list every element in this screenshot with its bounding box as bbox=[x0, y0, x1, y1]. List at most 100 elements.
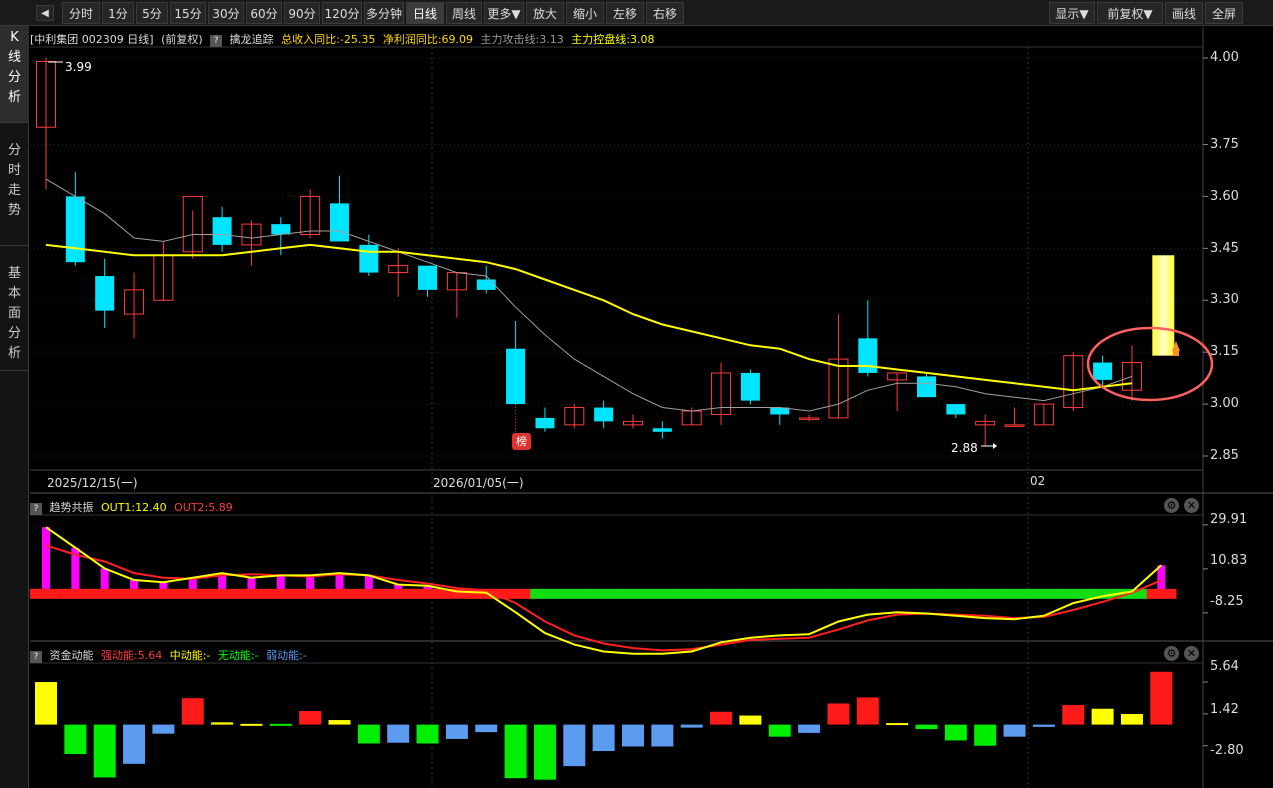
strong-value: 强动能:5.64 bbox=[101, 649, 163, 662]
candle-body-down bbox=[418, 265, 438, 290]
money-bar bbox=[1091, 708, 1114, 725]
medium-value: 中动能:- bbox=[169, 649, 211, 662]
trend-axis-label: -8.25 bbox=[1210, 594, 1244, 609]
trend-band-segment bbox=[500, 588, 531, 599]
trend-band-segment bbox=[970, 588, 1001, 599]
trend-bar bbox=[42, 527, 50, 594]
trend-band-segment bbox=[178, 588, 208, 599]
money-bar bbox=[211, 722, 234, 725]
money-bar bbox=[798, 724, 821, 733]
money-bar bbox=[93, 724, 116, 778]
price-axis-label: 3.30 bbox=[1210, 292, 1239, 307]
trend-band-segment bbox=[119, 588, 150, 599]
gear-icon[interactable]: ⚙ bbox=[1164, 498, 1179, 513]
money-bar bbox=[35, 682, 57, 725]
trend-band-segment bbox=[1029, 588, 1060, 599]
trend-band-segment bbox=[207, 588, 238, 599]
date-label: 02 bbox=[1030, 474, 1046, 488]
candle-body-down bbox=[917, 376, 936, 398]
money-axis-label: 1.42 bbox=[1210, 702, 1239, 717]
money-bar bbox=[974, 724, 997, 746]
date-label: 2025/12/15(一) bbox=[47, 476, 138, 490]
candle-body-down bbox=[65, 196, 85, 263]
trend-axis-label: 29.91 bbox=[1210, 512, 1248, 527]
money-bar bbox=[915, 724, 938, 730]
money-axis-label: -2.80 bbox=[1210, 743, 1244, 758]
price-axis-label: 3.15 bbox=[1210, 344, 1239, 359]
money-bar bbox=[827, 703, 850, 725]
candle-body-down bbox=[330, 203, 349, 242]
money-bar bbox=[856, 697, 879, 725]
money-bar bbox=[651, 724, 674, 747]
candle-body-down bbox=[535, 417, 555, 429]
rocket-icon bbox=[1173, 351, 1179, 356]
weak-value: 弱动能:- bbox=[266, 649, 307, 662]
price-axis-label: 2.85 bbox=[1210, 448, 1239, 463]
chart-canvas bbox=[30, 27, 1273, 788]
attack-line-value: 主力攻击线:3.13 bbox=[480, 33, 564, 46]
ma-yellow-line bbox=[45, 243, 1133, 392]
money-bar bbox=[739, 715, 762, 725]
money-bar bbox=[123, 724, 146, 764]
price-axis-label: 3.00 bbox=[1210, 396, 1239, 411]
indicator-icon[interactable]: ? bbox=[210, 35, 223, 47]
money-bar bbox=[357, 724, 380, 744]
money-bar bbox=[533, 724, 556, 780]
money-bar bbox=[1062, 704, 1085, 725]
trend-band-segment bbox=[90, 588, 120, 599]
money-bar bbox=[886, 723, 909, 726]
low-price-label: 2.88 bbox=[951, 441, 978, 455]
candle-body-down bbox=[476, 279, 496, 290]
out2-value: OUT2:5.89 bbox=[174, 501, 233, 514]
trend-band-segment bbox=[706, 588, 737, 599]
trend-band-segment bbox=[295, 588, 326, 599]
close-icon[interactable]: ✕ bbox=[1184, 646, 1199, 661]
trend-band-segment bbox=[735, 588, 766, 599]
money-bar bbox=[1003, 724, 1026, 737]
trend-band-segment bbox=[383, 588, 414, 599]
close-icon[interactable]: ✕ bbox=[1184, 498, 1199, 513]
trend-band-segment bbox=[882, 588, 913, 599]
candle-body-down bbox=[740, 372, 760, 401]
stock-title: [中利集团 002309 日线] bbox=[30, 33, 154, 46]
help-icon[interactable]: ? bbox=[30, 651, 42, 663]
main-header: [中利集团 002309 日线] (前复权) ? 擒龙追踪 总收入同比:-25.… bbox=[30, 31, 658, 47]
profit-value: 净利润同比:69.09 bbox=[382, 33, 474, 46]
high-price-label: 3.99 bbox=[65, 60, 92, 74]
money-axis-label: 5.64 bbox=[1210, 659, 1239, 674]
help-icon[interactable]: ? bbox=[30, 503, 42, 515]
candle-body-down bbox=[271, 224, 291, 235]
trend-band-segment bbox=[266, 588, 296, 599]
money-bar bbox=[1150, 671, 1173, 725]
trend-band-segment bbox=[677, 588, 707, 599]
money-bar bbox=[710, 711, 733, 725]
none-value: 无动能:- bbox=[217, 649, 259, 662]
money-bar bbox=[64, 724, 87, 755]
money-bar bbox=[622, 724, 644, 747]
trend-band-segment bbox=[911, 588, 942, 599]
price-axis-label: 4.00 bbox=[1210, 50, 1239, 65]
money-bar bbox=[152, 724, 175, 734]
money-bar bbox=[445, 724, 468, 739]
trend-band-segment bbox=[324, 588, 355, 599]
price-axis-label: 3.75 bbox=[1210, 137, 1239, 152]
indicator-name: 擒龙追踪 bbox=[229, 33, 274, 46]
trend-band-segment bbox=[1146, 588, 1177, 599]
money-bar bbox=[475, 724, 498, 733]
candle-body-up bbox=[1004, 424, 1025, 427]
trend-panel-header: ? 趋势共振 OUT1:12.40 OUT2:5.89 bbox=[30, 499, 237, 515]
trend-band-segment bbox=[647, 588, 678, 599]
money-bar bbox=[563, 724, 586, 767]
money-bar bbox=[416, 724, 439, 744]
candle-body-down bbox=[212, 217, 232, 245]
money-bar bbox=[299, 711, 322, 725]
money-bar bbox=[944, 724, 967, 741]
gear-icon[interactable]: ⚙ bbox=[1164, 646, 1179, 661]
money-bar bbox=[680, 724, 703, 728]
trend-band-segment bbox=[853, 588, 883, 599]
attack-bar bbox=[1152, 255, 1175, 356]
trend-band-segment bbox=[30, 588, 61, 599]
rank-badge[interactable]: 榜 bbox=[512, 433, 531, 450]
money-panel-header: ? 资金动能 强动能:5.64 中动能:- 无动能:- 弱动能:- bbox=[30, 647, 311, 663]
money-bar bbox=[1032, 724, 1055, 727]
